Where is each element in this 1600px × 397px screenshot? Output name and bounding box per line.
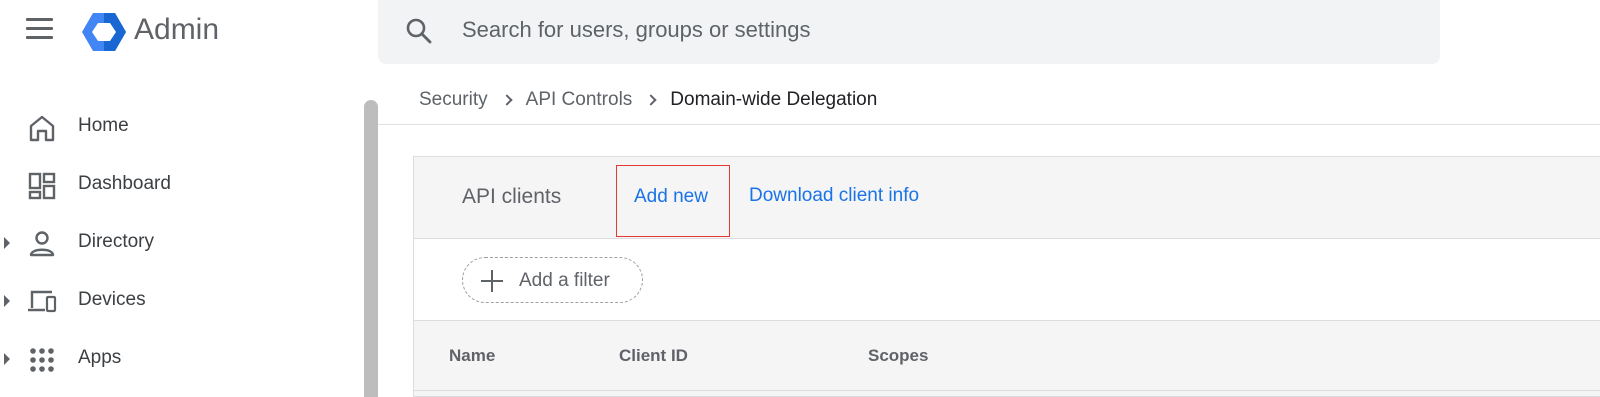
download-client-info-button[interactable]: Download client info [749, 185, 919, 207]
add-filter-button[interactable]: Add a filter [462, 257, 643, 303]
plus-icon [481, 270, 503, 292]
breadcrumb-current: Domain-wide Delegation [670, 89, 878, 110]
person-icon [29, 231, 55, 257]
column-header-name[interactable]: Name [449, 346, 495, 366]
filter-bar: Add a filter [414, 239, 1600, 321]
sidebar-item-directory[interactable]: Directory [0, 218, 360, 268]
dashboard-icon [28, 172, 56, 200]
devices-icon [28, 290, 57, 313]
panel-header: API clients Add new Download client info [414, 157, 1600, 239]
sidebar-item-devices[interactable]: Devices [0, 276, 360, 326]
table-header-row: Name Client ID Scopes [414, 321, 1600, 391]
sidebar-item-dashboard[interactable]: Dashboard [0, 160, 360, 210]
google-admin-hexagon-logo[interactable] [82, 12, 126, 52]
hamburger-bar [26, 27, 53, 30]
add-new-button[interactable]: Add new [634, 186, 708, 208]
search-bar[interactable] [378, 0, 1440, 64]
expand-caret-icon[interactable] [4, 353, 10, 365]
expand-caret-icon[interactable] [4, 237, 10, 249]
hamburger-menu-icon [26, 18, 53, 21]
home-icon [29, 115, 55, 142]
sidebar-item-label: Directory [78, 231, 155, 252]
expand-caret-icon[interactable] [4, 295, 10, 307]
add-new-highlight-box: Add new [616, 165, 730, 237]
breadcrumb-security[interactable]: Security [419, 89, 488, 111]
app-title[interactable]: Admin [134, 12, 219, 48]
breadcrumb: Security API Controls Domain-wide Delega… [419, 88, 877, 112]
sidebar-item-label: Dashboard [78, 173, 171, 194]
sidebar-item-home[interactable]: Home [0, 102, 360, 152]
column-header-client-id[interactable]: Client ID [619, 346, 688, 366]
sidebar-item-apps[interactable]: Apps [0, 334, 360, 384]
chevron-right-icon [645, 94, 657, 106]
column-header-scopes[interactable]: Scopes [868, 346, 928, 366]
add-filter-label: Add a filter [519, 270, 610, 291]
header-divider [378, 124, 1600, 125]
sidebar-scrollbar[interactable] [364, 100, 378, 397]
api-clients-panel: API clients Add new Download client info… [413, 156, 1600, 397]
hamburger-bar [26, 36, 53, 39]
panel-title: API clients [462, 185, 562, 208]
sidebar-item-label: Devices [78, 289, 146, 310]
apps-grid-icon [30, 348, 54, 372]
chevron-right-icon [500, 94, 513, 106]
main-menu-button[interactable] [26, 18, 54, 40]
breadcrumb-api-controls[interactable]: API Controls [526, 89, 633, 111]
sidebar-item-label: Home [78, 115, 129, 136]
search-input[interactable] [462, 12, 1362, 48]
search-icon[interactable] [404, 16, 434, 46]
sidebar-item-label: Apps [78, 347, 122, 368]
